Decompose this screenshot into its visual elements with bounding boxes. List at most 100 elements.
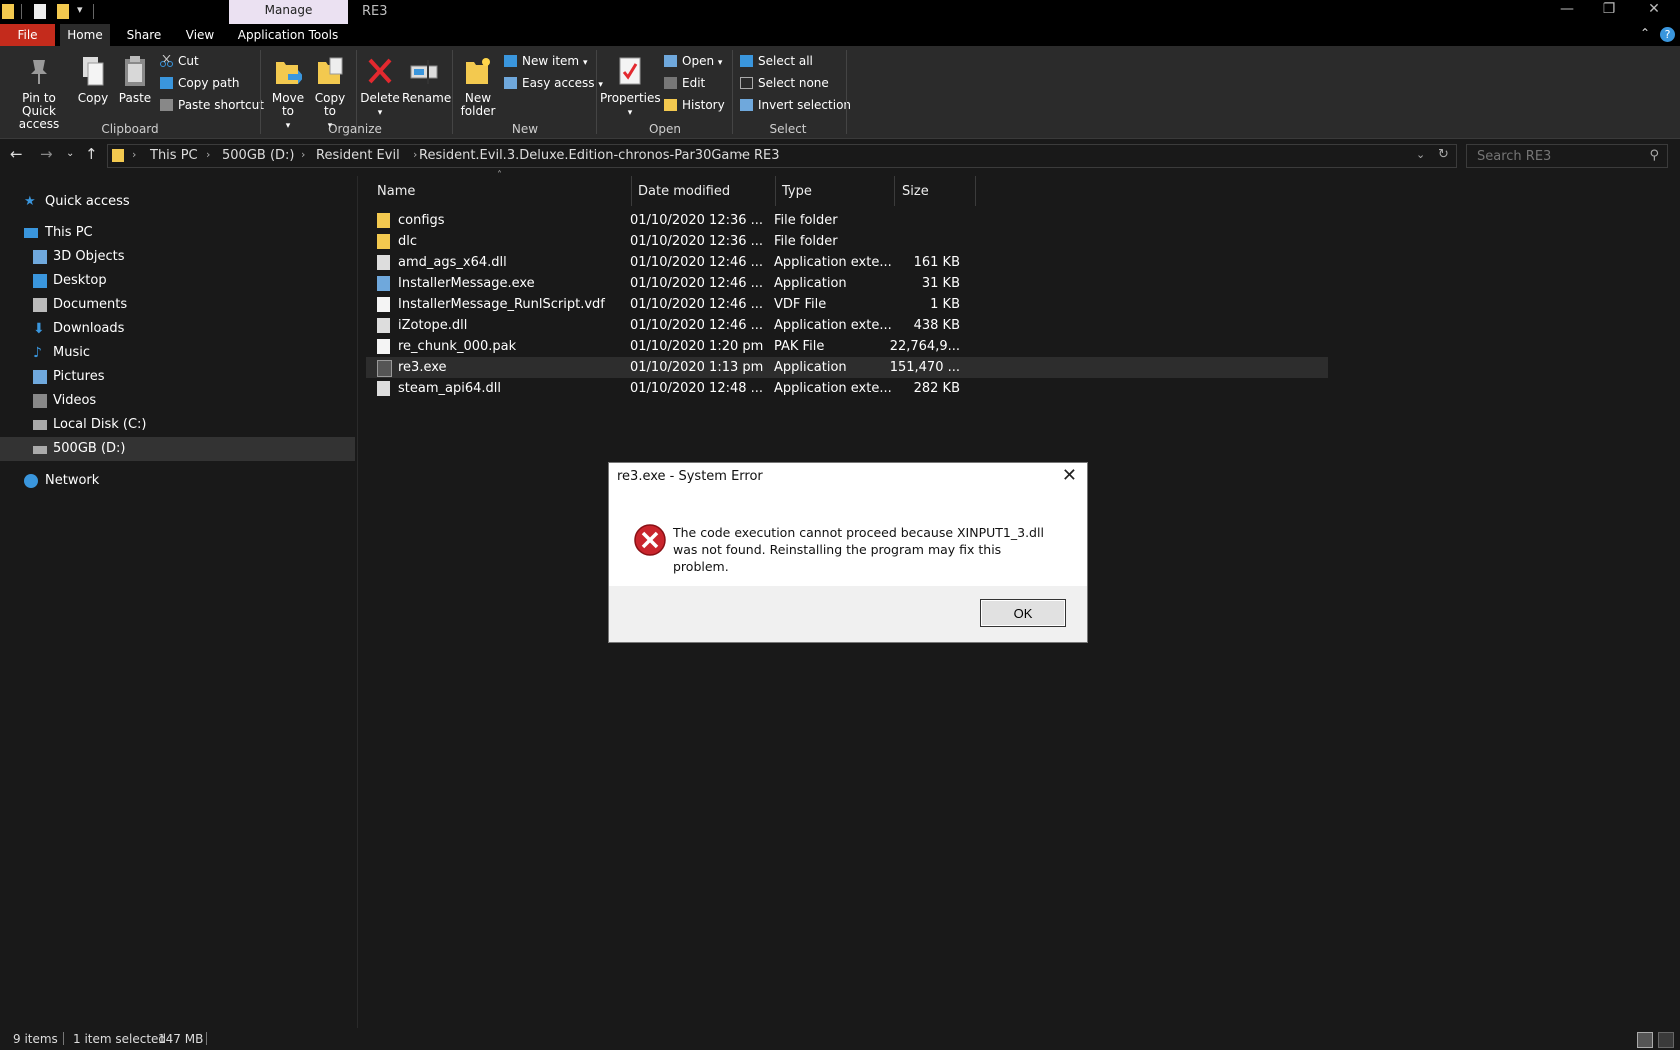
chevron-right-icon[interactable]: › (739, 148, 743, 161)
nav-item-this-pc[interactable]: This PC (0, 221, 355, 245)
paste-button[interactable]: Paste (116, 54, 154, 105)
customize-quick-access-icon[interactable]: ▾ (77, 3, 83, 16)
tab-manage[interactable]: Manage (229, 0, 348, 24)
new-item-button[interactable]: New item ▾ (504, 51, 587, 71)
rename-label: Rename (402, 91, 452, 105)
select-all-label: Select all (758, 54, 813, 68)
tab-application-tools[interactable]: Application Tools (232, 24, 344, 46)
minimize-icon[interactable]: — (1547, 1, 1587, 17)
file-row[interactable]: steam_api64.dll 01/10/2020 12:48 ... App… (366, 378, 1328, 399)
nav-item-downloads[interactable]: ⬇ Downloads (0, 317, 355, 341)
ribbon: Pin to Quick access Copy Paste Cut Copy … (0, 46, 1680, 139)
pin-to-quick-access-button[interactable]: Pin to Quick access (4, 54, 74, 131)
copy-to-icon (316, 54, 344, 88)
nav-item-documents[interactable]: Documents (0, 293, 355, 317)
divider (63, 1032, 64, 1045)
close-icon[interactable]: ✕ (1634, 1, 1674, 17)
properties-button[interactable]: Properties ▾ (600, 54, 661, 120)
copy-button[interactable]: Copy (76, 54, 110, 105)
breadcrumb-this-pc[interactable]: This PC (150, 148, 198, 163)
file-row[interactable]: re_chunk_000.pak 01/10/2020 1:20 pm PAK … (366, 336, 1328, 357)
search-icon[interactable]: ⚲ (1649, 148, 1659, 163)
forward-arrow-icon[interactable]: → (40, 145, 53, 163)
nav-item-network[interactable]: Network (0, 469, 355, 493)
file-date: 01/10/2020 1:13 pm (630, 360, 764, 375)
maximize-icon[interactable]: ❐ (1589, 1, 1629, 17)
address-bar[interactable]: › This PC › 500GB (D:) › Resident Evil ›… (107, 144, 1457, 168)
rename-button[interactable]: Rename (402, 54, 451, 105)
paste-shortcut-button[interactable]: Paste shortcut (160, 95, 264, 115)
select-all-button[interactable]: Select all (740, 51, 813, 71)
column-header-name[interactable]: Name (377, 180, 415, 204)
column-header-type[interactable]: Type (782, 180, 812, 204)
edit-button[interactable]: Edit (664, 73, 705, 93)
file-row-selected[interactable]: re3.exe 01/10/2020 1:13 pm Application 1… (366, 357, 1328, 378)
nav-item-music[interactable]: ♪ Music (0, 341, 355, 365)
chevron-right-icon[interactable]: › (413, 148, 417, 161)
refresh-icon[interactable]: ↻ (1438, 147, 1449, 162)
file-date: 01/10/2020 12:46 ... (630, 297, 764, 312)
search-input[interactable] (1475, 148, 1639, 165)
select-none-button[interactable]: Select none (740, 73, 829, 93)
file-row[interactable]: iZotope.dll 01/10/2020 12:46 ... Applica… (366, 315, 1328, 336)
chevron-right-icon[interactable]: › (301, 148, 305, 161)
easy-access-button[interactable]: Easy access ▾ (504, 73, 603, 93)
dll-file-icon (377, 255, 390, 270)
address-dropdown-icon[interactable]: ⌄ (1416, 148, 1425, 161)
file-row[interactable]: InstallerMessage.exe 01/10/2020 12:46 ..… (366, 273, 1328, 294)
nav-item-videos[interactable]: Videos (0, 389, 355, 413)
breadcrumb-game-folder[interactable]: Resident.Evil.3.Deluxe.Edition-chronos-P… (419, 148, 750, 163)
column-header-date-modified[interactable]: Date modified (638, 180, 730, 204)
delete-button[interactable]: Delete ▾ (360, 54, 400, 120)
tab-share[interactable]: Share (120, 24, 168, 46)
group-divider (596, 50, 597, 134)
collapse-ribbon-icon[interactable]: ⌃ (1640, 26, 1650, 40)
tab-view[interactable]: View (176, 24, 224, 46)
cut-label: Cut (178, 54, 199, 68)
nav-item-quick-access[interactable]: ★ Quick access (0, 190, 355, 214)
nav-item-500gb-d[interactable]: 500GB (D:) (0, 437, 355, 461)
column-divider[interactable] (775, 176, 776, 206)
breadcrumb-re3[interactable]: RE3 (754, 148, 780, 163)
file-row[interactable]: configs 01/10/2020 12:36 ... File folder (366, 210, 1328, 231)
file-row[interactable]: amd_ags_x64.dll 01/10/2020 12:46 ... App… (366, 252, 1328, 273)
open-button[interactable]: Open ▾ (664, 51, 722, 71)
copy-path-label: Copy path (178, 76, 240, 90)
tab-file[interactable]: File (0, 24, 55, 46)
recent-locations-chevron-icon[interactable]: ⌄ (66, 148, 74, 159)
search-box[interactable]: ⚲ (1466, 144, 1668, 168)
file-row[interactable]: dlc 01/10/2020 12:36 ... File folder (366, 231, 1328, 252)
properties-quick-icon[interactable] (34, 4, 46, 19)
breadcrumb-drive-d[interactable]: 500GB (D:) (222, 148, 294, 163)
file-date: 01/10/2020 12:46 ... (630, 318, 764, 333)
ok-button[interactable]: OK (980, 599, 1066, 627)
nav-item-3d-objects[interactable]: 3D Objects (0, 245, 355, 269)
column-header-size[interactable]: Size (902, 180, 929, 204)
file-date: 01/10/2020 1:20 pm (630, 339, 764, 354)
invert-selection-button[interactable]: Invert selection (740, 95, 851, 115)
new-folder-button[interactable]: New folder (456, 54, 500, 118)
cut-button[interactable]: Cut (160, 51, 199, 71)
column-divider[interactable] (894, 176, 895, 206)
column-divider[interactable] (975, 176, 976, 206)
nav-item-local-disk-c[interactable]: Local Disk (C:) (0, 413, 355, 437)
network-icon (24, 474, 38, 488)
nav-item-pictures[interactable]: Pictures (0, 365, 355, 389)
chevron-right-icon[interactable]: › (132, 148, 136, 161)
dialog-message: The code execution cannot proceed becaus… (673, 525, 1044, 574)
new-folder-quick-icon[interactable] (57, 4, 69, 19)
back-arrow-icon[interactable]: ← (10, 145, 23, 163)
breadcrumb-resident-evil[interactable]: Resident Evil (316, 148, 400, 163)
column-divider[interactable] (631, 176, 632, 206)
copy-path-button[interactable]: Copy path (160, 73, 240, 93)
nav-item-desktop[interactable]: Desktop (0, 269, 355, 293)
up-arrow-icon[interactable]: ↑ (85, 145, 98, 163)
file-row[interactable]: InstallerMessage_RunlScript.vdf 01/10/20… (366, 294, 1328, 315)
tab-home[interactable]: Home (60, 24, 110, 46)
dialog-close-icon[interactable]: ✕ (1062, 465, 1077, 486)
large-icons-view-icon[interactable] (1658, 1032, 1674, 1048)
details-view-icon[interactable] (1637, 1032, 1653, 1048)
help-icon[interactable]: ? (1660, 27, 1675, 42)
chevron-right-icon[interactable]: › (206, 148, 210, 161)
history-button[interactable]: History (664, 95, 725, 115)
